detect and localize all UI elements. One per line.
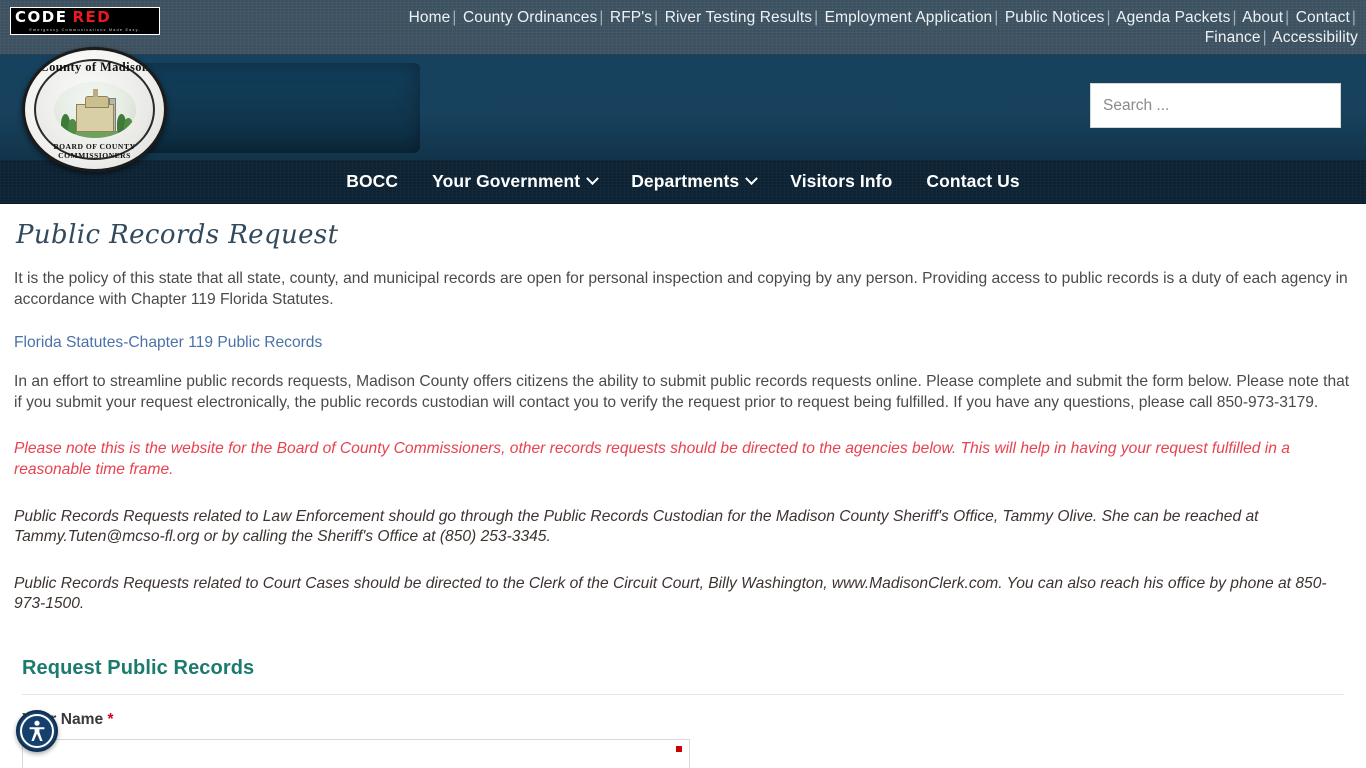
main-navigation: BOCC Your Government Departments Visitor… — [0, 160, 1366, 204]
palm-tree-icon — [123, 117, 133, 134]
codered-logo[interactable]: CODE RED Emergency Communications Made E… — [10, 7, 160, 35]
top-nav-separator: | — [599, 9, 604, 26]
top-nav-separator: | — [994, 9, 999, 26]
nav-item-label: Visitors Info — [790, 171, 893, 191]
accessibility-person-icon — [29, 720, 45, 741]
site-header-inner: County of Madison BOARD OF COUNTY COMMIS… — [0, 47, 1366, 172]
paragraph-streamline: In an effort to streamline public record… — [14, 373, 1350, 411]
top-nav-separator: | — [654, 9, 659, 26]
main-content: Public Records Request It is the policy … — [0, 220, 1366, 768]
nav-item-label: Departments — [631, 171, 740, 191]
nav-item-departments[interactable]: Departments — [614, 160, 773, 203]
chevron-down-icon — [745, 172, 759, 186]
top-nav-separator: | — [452, 9, 457, 26]
site-header: County of Madison BOARD OF COUNTY COMMIS… — [0, 47, 1366, 172]
codered-tagline: Emergency Communications Made Easy. — [11, 26, 159, 34]
top-nav-link-about[interactable]: About — [1242, 9, 1283, 26]
nav-item-contact-us[interactable]: Contact Us — [909, 160, 1036, 203]
your-name-field-wrap — [22, 738, 690, 768]
top-nav-link-agenda-packets[interactable]: Agenda Packets — [1116, 9, 1230, 26]
top-nav-links: Home | County Ordinances | RFP's | River Te… — [238, 8, 1358, 47]
search-box — [1090, 83, 1341, 128]
top-nav-separator: | — [1232, 9, 1237, 26]
top-nav-row-1: Home | County Ordinances | RFP's | River Te… — [409, 9, 1358, 26]
top-nav-link-contact[interactable]: Contact — [1296, 9, 1350, 26]
top-nav-separator: | — [814, 9, 819, 26]
chevron-down-icon — [586, 172, 600, 186]
form-divider — [22, 693, 1344, 695]
top-utility-bar: CODE RED Emergency Communications Made E… — [0, 0, 1366, 55]
note-board-of-county-commissioners: Please note this is the website for the … — [14, 440, 1290, 478]
top-nav-separator: | — [1285, 9, 1290, 26]
top-nav-separator: | — [1262, 28, 1267, 46]
top-nav-row-2: Finance | Accessibility — [1205, 29, 1358, 46]
request-public-records-form: Request Public Records Your Name * — [14, 657, 1352, 768]
note-law-enforcement-records: Public Records Requests related to Law E… — [14, 507, 1259, 546]
accessibility-widget-button[interactable] — [16, 710, 58, 752]
top-nav-link-home[interactable]: Home — [409, 9, 451, 26]
nav-item-visitors-info[interactable]: Visitors Info — [773, 160, 909, 203]
top-nav-link-employment-application[interactable]: Employment Application — [825, 9, 993, 26]
nav-item-your-government[interactable]: Your Government — [415, 160, 614, 203]
top-nav-separator: | — [1351, 9, 1356, 26]
nav-item-label: Your Government — [432, 171, 581, 191]
link-florida-statutes-chapter-119[interactable]: Florida Statutes-Chapter 119 Public Reco… — [14, 334, 1352, 352]
courthouse-icon — [75, 88, 114, 132]
search-input[interactable] — [1090, 83, 1341, 128]
paragraph-policy: It is the policy of this state that all … — [14, 270, 1348, 308]
codered-red-text: RED — [70, 8, 159, 26]
your-name-input[interactable] — [22, 738, 690, 768]
nav-item-bocc[interactable]: BOCC — [329, 160, 415, 203]
top-nav-link-rfps[interactable]: RFP's — [610, 9, 652, 26]
accessibility-icon-ring — [20, 714, 54, 748]
form-heading: Request Public Records — [22, 656, 255, 679]
top-nav-separator: | — [1106, 9, 1111, 26]
county-seal-courthouse-illustration — [53, 81, 136, 138]
page-title: Public Records Request — [16, 220, 339, 250]
county-seal-top-text: County of Madison — [39, 60, 150, 74]
county-seal-bottom-text: BOARD OF COUNTY COMMISSIONERS — [53, 142, 136, 160]
codered-logo-wordmark: CODE RED — [11, 8, 159, 26]
county-seal-logo[interactable]: County of Madison BOARD OF COUNTY COMMIS… — [22, 47, 167, 172]
top-nav-link-accessibility[interactable]: Accessibility — [1272, 29, 1358, 46]
required-marker: * — [107, 710, 114, 728]
nav-item-label: BOCC — [346, 171, 399, 191]
nav-item-label: Contact Us — [926, 171, 1020, 191]
top-nav-link-river-testing-results[interactable]: River Testing Results — [665, 9, 812, 26]
note-court-cases-records: Public Records Requests related to Court… — [14, 574, 1327, 613]
top-nav-link-public-notices[interactable]: Public Notices — [1005, 9, 1105, 26]
required-field-indicator-icon — [676, 745, 682, 752]
top-nav-link-finance[interactable]: Finance — [1205, 29, 1261, 46]
codered-code-text: CODE — [11, 8, 71, 26]
top-nav-link-county-ordinances[interactable]: County Ordinances — [463, 9, 597, 26]
your-name-label: Your Name * — [22, 711, 1344, 729]
codered-logo-inner: CODE RED Emergency Communications Made E… — [11, 8, 159, 34]
